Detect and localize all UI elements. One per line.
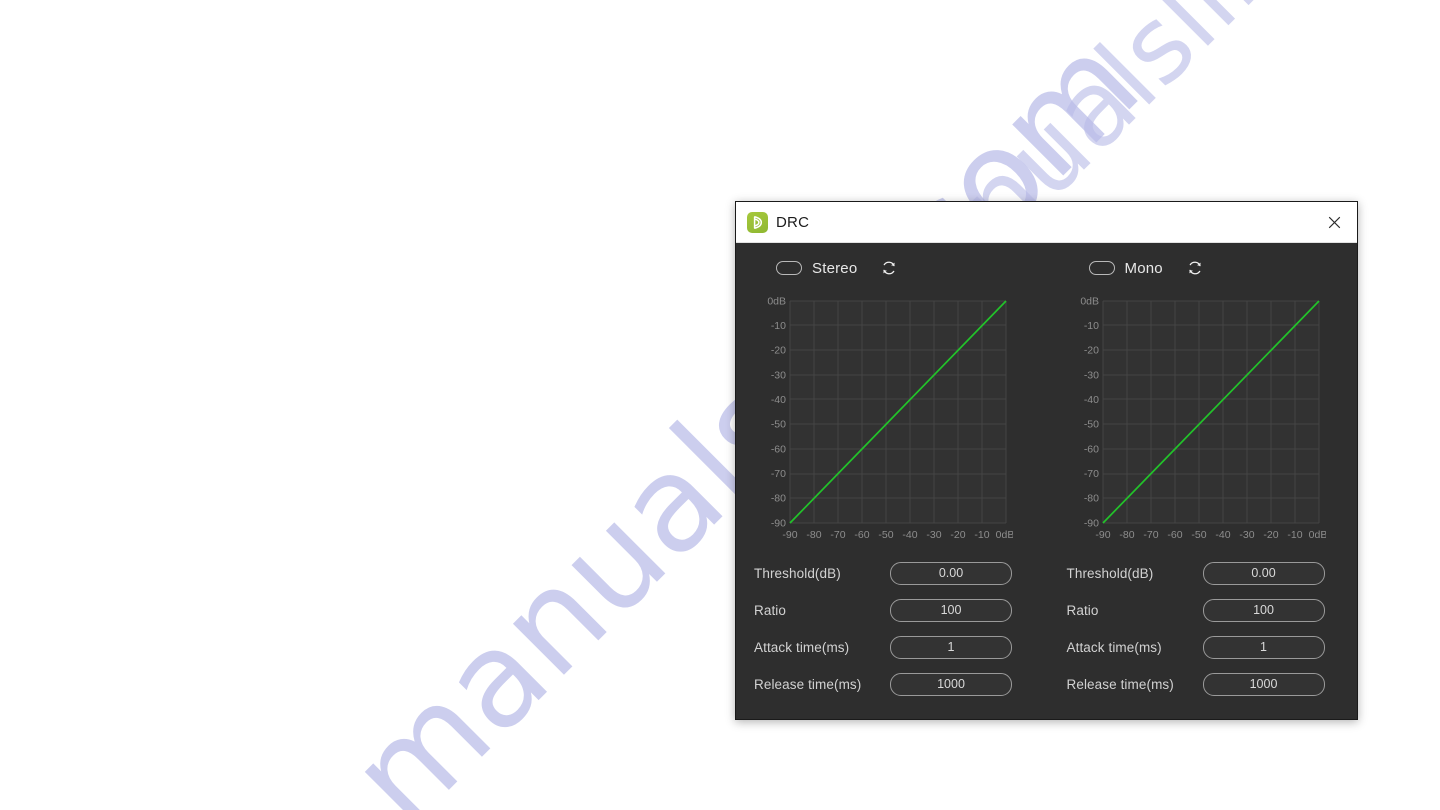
window-body: Stereo 0dB -10 -20 -30 -40 -50 -60 -70 -… (736, 243, 1357, 719)
stereo-toggle-label: Stereo (812, 259, 858, 277)
mono-threshold-label: Threshold(dB) (1066, 566, 1154, 581)
stereo-release-row: Release time(ms) 1000 (754, 666, 1029, 703)
mono-ratio-label: Ratio (1066, 603, 1099, 618)
svg-text:-30: -30 (1239, 529, 1254, 541)
svg-text:-30: -30 (1083, 370, 1098, 382)
stereo-chart-svg: 0dB -10 -20 -30 -40 -50 -60 -70 -80 -90 (767, 296, 1013, 542)
svg-text:-10: -10 (974, 529, 989, 541)
svg-text:0dB: 0dB (996, 529, 1013, 541)
stereo-chart[interactable]: 0dB -10 -20 -30 -40 -50 -60 -70 -80 -90 (758, 293, 1013, 543)
mono-attack-label: Attack time(ms) (1066, 640, 1162, 655)
svg-text:-20: -20 (1263, 529, 1278, 541)
svg-text:-50: -50 (1083, 419, 1098, 431)
panel-mono: Mono 0dB -10 -20 -30 -40 -50 -60 -70 -80… (1047, 243, 1358, 719)
svg-text:-10: -10 (1287, 529, 1302, 541)
svg-text:-20: -20 (771, 345, 786, 357)
stereo-attack-row: Attack time(ms) 1 (754, 629, 1029, 666)
svg-text:-10: -10 (1083, 320, 1098, 332)
svg-text:-40: -40 (771, 394, 786, 406)
window-titlebar[interactable]: DRC (736, 202, 1357, 243)
mono-threshold-input[interactable]: 0.00 (1202, 562, 1325, 585)
mono-ratio-input[interactable]: 100 (1202, 599, 1325, 622)
mono-params: Threshold(dB) 0.00 Ratio 100 Attack time… (1067, 555, 1340, 703)
stereo-params: Threshold(dB) 0.00 Ratio 100 Attack time… (754, 555, 1029, 703)
mono-release-label: Release time(ms) (1066, 677, 1174, 692)
svg-text:0dB: 0dB (1308, 529, 1325, 541)
mono-release-row: Release time(ms) 1000 (1067, 666, 1340, 703)
stereo-release-label: Release time(ms) (754, 677, 862, 692)
svg-text:-50: -50 (771, 419, 786, 431)
svg-text:-90: -90 (1095, 529, 1110, 541)
sound-wave-icon (747, 211, 768, 233)
stereo-ratio-input[interactable]: 100 (890, 599, 1012, 622)
svg-text:-30: -30 (926, 529, 941, 541)
stereo-refresh-icon[interactable] (879, 258, 899, 278)
svg-text:-60: -60 (1083, 444, 1098, 456)
stereo-threshold-row: Threshold(dB) 0.00 (754, 555, 1029, 592)
svg-text:0dB: 0dB (767, 296, 786, 308)
stereo-attack-input[interactable]: 1 (890, 636, 1012, 659)
page-root: manualslib.com manualslib.com DRC (0, 0, 1440, 810)
close-icon[interactable] (1312, 202, 1357, 242)
svg-text:-90: -90 (782, 529, 797, 541)
svg-text:-50: -50 (1191, 529, 1206, 541)
svg-text:-70: -70 (1143, 529, 1158, 541)
stereo-threshold-input[interactable]: 0.00 (890, 562, 1012, 585)
mono-threshold-row: Threshold(dB) 0.00 (1067, 555, 1340, 592)
stereo-header: Stereo (776, 255, 1029, 281)
svg-text:-70: -70 (1083, 468, 1098, 480)
svg-text:-90: -90 (1083, 518, 1098, 530)
stereo-attack-label: Attack time(ms) (754, 640, 850, 655)
svg-text:-80: -80 (1119, 529, 1134, 541)
stereo-release-input[interactable]: 1000 (890, 673, 1012, 696)
mono-attack-row: Attack time(ms) 1 (1067, 629, 1340, 666)
svg-text:-60: -60 (854, 529, 869, 541)
stereo-toggle[interactable] (776, 261, 802, 275)
mono-toggle[interactable] (1088, 261, 1115, 275)
stereo-threshold-label: Threshold(dB) (754, 566, 841, 581)
svg-text:-80: -80 (806, 529, 821, 541)
drc-window: DRC Stereo 0dB -10 -20 -30 -40 -50 -60 -… (735, 201, 1358, 720)
svg-text:-80: -80 (1083, 493, 1098, 505)
mono-chart-svg: 0dB -10 -20 -30 -40 -50 -60 -70 -80 -90 (1080, 296, 1326, 542)
stereo-ratio-label: Ratio (754, 603, 787, 618)
svg-text:-90: -90 (771, 518, 786, 530)
mono-refresh-icon[interactable] (1185, 258, 1205, 278)
svg-text:-70: -70 (771, 468, 786, 480)
svg-text:-80: -80 (771, 493, 786, 505)
svg-text:-40: -40 (902, 529, 917, 541)
svg-text:-50: -50 (878, 529, 893, 541)
mono-chart[interactable]: 0dB -10 -20 -30 -40 -50 -60 -70 -80 -90 (1071, 293, 1326, 543)
svg-text:-60: -60 (771, 444, 786, 456)
svg-text:-70: -70 (830, 529, 845, 541)
svg-text:-40: -40 (1083, 394, 1098, 406)
window-title: DRC (776, 213, 810, 231)
svg-text:-30: -30 (771, 370, 786, 382)
svg-text:-40: -40 (1215, 529, 1230, 541)
svg-text:-20: -20 (1083, 345, 1098, 357)
mono-toggle-label: Mono (1124, 259, 1163, 277)
svg-text:-10: -10 (771, 320, 786, 332)
mono-ratio-row: Ratio 100 (1067, 592, 1340, 629)
mono-release-input[interactable]: 1000 (1202, 673, 1325, 696)
svg-text:-60: -60 (1167, 529, 1182, 541)
svg-text:0dB: 0dB (1080, 296, 1099, 308)
panel-stereo: Stereo 0dB -10 -20 -30 -40 -50 -60 -70 -… (736, 243, 1047, 719)
mono-attack-input[interactable]: 1 (1202, 636, 1325, 659)
stereo-ratio-row: Ratio 100 (754, 592, 1029, 629)
mono-header: Mono (1088, 255, 1340, 281)
svg-text:-20: -20 (950, 529, 965, 541)
